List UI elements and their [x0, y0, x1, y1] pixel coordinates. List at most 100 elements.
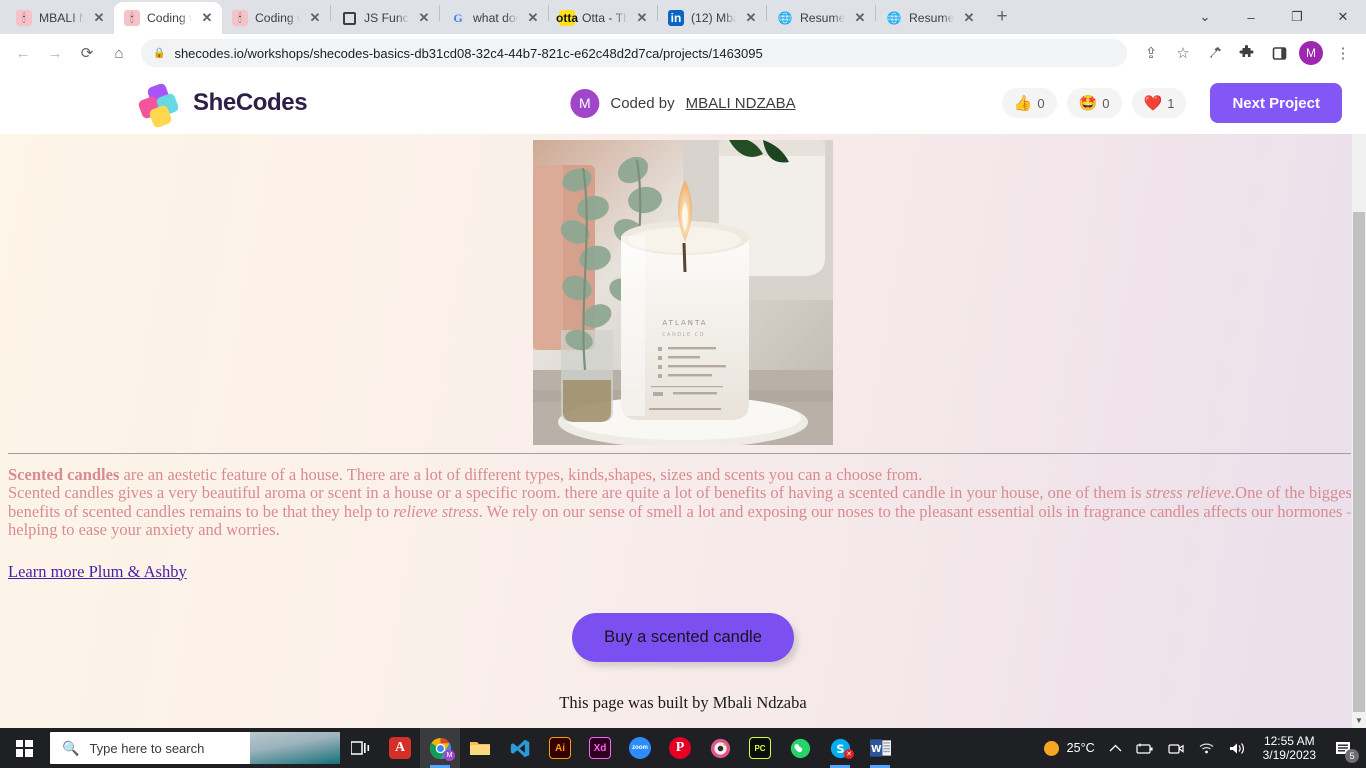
browser-tab-9[interactable]: 🌐 Resume-Mbali ✕ — [876, 2, 984, 34]
taskbar-search-input[interactable]: 🔍 Type here to search — [50, 732, 340, 764]
clock-date: 3/19/2023 — [1262, 748, 1316, 762]
tab-title: Otta - The — [582, 11, 627, 25]
next-project-button[interactable]: Next Project — [1210, 83, 1342, 123]
tab-close-icon[interactable]: ✕ — [416, 10, 432, 26]
site-header: SheCodes M Coded by MBALI NDZABA 👍 0 🤩 0… — [0, 72, 1366, 134]
sun-icon — [1043, 740, 1059, 756]
reaction-thumbs-up-button[interactable]: 👍 0 — [1001, 88, 1057, 118]
forward-icon[interactable]: → — [40, 38, 70, 68]
wifi-icon[interactable] — [1191, 728, 1222, 768]
tab-close-icon[interactable]: ✕ — [199, 10, 215, 26]
browser-tab-3[interactable]: 🕯 Coding workshop ✕ — [222, 2, 330, 34]
pinterest-icon[interactable]: P — [660, 728, 700, 768]
lock-icon: 🔒 — [153, 47, 166, 59]
bookmark-star-icon[interactable]: ☆ — [1168, 38, 1198, 68]
task-view-button[interactable] — [340, 728, 380, 768]
browser-tab-2-active[interactable]: 🕯 Coding workshop ✕ — [114, 2, 222, 34]
heart-icon: ❤️ — [1143, 94, 1163, 112]
svg-text:W: W — [870, 744, 881, 755]
browser-tab-6[interactable]: otta Otta - The ✕ — [549, 2, 657, 34]
tab-close-icon[interactable]: ✕ — [91, 10, 107, 26]
address-bar-url: shecodes.io/workshops/shecodes-basics-db… — [174, 45, 763, 61]
temperature-label: 25°C — [1066, 741, 1095, 755]
shecodes-favicon-icon: 🕯 — [16, 10, 32, 26]
scroll-down-arrow-icon[interactable]: ▼ — [1352, 713, 1366, 728]
side-panel-icon[interactable] — [1264, 38, 1294, 68]
whatsapp-icon[interactable] — [780, 728, 820, 768]
notification-center-button[interactable]: 5 — [1326, 728, 1360, 768]
start-button[interactable] — [0, 728, 48, 768]
window-controls: ⌄ – ❐ ✕ — [1182, 1, 1366, 33]
maximize-button[interactable]: ❐ — [1274, 1, 1320, 33]
address-bar[interactable]: 🔒 shecodes.io/workshops/shecodes-basics-… — [141, 39, 1127, 67]
adobe-acrobat-icon[interactable]: A — [380, 728, 420, 768]
windows-logo-icon — [15, 739, 33, 757]
tab-close-icon[interactable]: ✕ — [743, 10, 759, 26]
coded-by-author-link[interactable]: MBALI NDZABA — [686, 95, 796, 112]
browser-menu-icon[interactable]: ⋮ — [1328, 38, 1358, 68]
tab-close-icon[interactable]: ✕ — [307, 10, 323, 26]
svg-text:S: S — [836, 741, 844, 755]
browser-tab-7[interactable]: in (12) Mbali ✕ — [658, 2, 766, 34]
reaction-heart-button[interactable]: ❤️ 1 — [1131, 88, 1187, 118]
tab-close-icon[interactable]: ✕ — [634, 10, 650, 26]
back-icon[interactable]: ← — [8, 38, 38, 68]
visual-studio-code-icon[interactable] — [500, 728, 540, 768]
tab-close-icon[interactable]: ✕ — [961, 10, 977, 26]
reload-icon[interactable]: ⟳ — [72, 38, 102, 68]
paragraph-2-italic-2: relieve stress — [393, 501, 479, 521]
buy-scented-candle-button[interactable]: Buy a scented candle — [572, 612, 794, 662]
notification-badge: 5 — [1345, 749, 1359, 763]
browser-toolbar: ← → ⟳ ⌂ 🔒 shecodes.io/workshops/shecodes… — [0, 34, 1366, 72]
instagram-icon[interactable] — [700, 728, 740, 768]
tab-strip: 🕯 MBALI NDZABA ✕ 🕯 Coding workshop ✕ 🕯 C… — [0, 0, 1366, 34]
reaction-count: 1 — [1167, 95, 1175, 111]
weather-widget[interactable]: 25°C — [1037, 728, 1102, 768]
adobe-illustrator-icon[interactable]: Ai — [540, 728, 580, 768]
coded-by-block: M Coded by MBALI NDZABA — [570, 88, 796, 118]
browser-tab-1[interactable]: 🕯 MBALI NDZABA ✕ — [6, 2, 114, 34]
battery-icon[interactable] — [1129, 728, 1161, 768]
thumbs-up-icon: 👍 — [1013, 94, 1033, 112]
tab-title: Resume-Mbali — [909, 11, 954, 25]
candle-photo-illustration: ATLANTA CANDLE CO. — [533, 140, 833, 445]
new-tab-button[interactable]: + — [988, 3, 1016, 31]
shecodes-logo-icon — [137, 82, 182, 129]
taskbar-clock[interactable]: 12:55 AM 3/19/2023 — [1253, 734, 1326, 762]
adobe-xd-icon[interactable]: Xd — [580, 728, 620, 768]
page-scrollbar[interactable]: ▲ ▼ — [1351, 72, 1366, 728]
home-icon[interactable]: ⌂ — [104, 38, 134, 68]
camera-icon[interactable] — [1161, 728, 1191, 768]
skype-icon[interactable]: S ✕ — [820, 728, 860, 768]
coded-by-label: Coded by — [610, 94, 675, 112]
shecodes-logo[interactable]: SheCodes — [137, 82, 308, 129]
extensions-puzzle-icon[interactable] — [1232, 38, 1262, 68]
paragraph-2-a: Scented candles gives a very beautiful a… — [8, 483, 1146, 503]
tab-close-icon[interactable]: ✕ — [852, 10, 868, 26]
pycharm-icon[interactable]: PC — [740, 728, 780, 768]
microsoft-word-icon[interactable]: W — [860, 728, 900, 768]
volume-icon[interactable] — [1222, 728, 1253, 768]
browser-tab-4[interactable]: JS Functions ✕ — [331, 2, 439, 34]
zoom-icon[interactable]: zoom — [620, 728, 660, 768]
globe-favicon-icon: 🌐 — [777, 11, 793, 25]
tab-search-icon[interactable]: ⌄ — [1182, 1, 1228, 33]
learn-more-link[interactable]: Learn more Plum & Ashby — [8, 562, 187, 582]
file-explorer-icon[interactable] — [460, 728, 500, 768]
minimize-button[interactable]: – — [1228, 1, 1274, 33]
browser-tab-5[interactable]: G what does ✕ — [440, 2, 548, 34]
page-content: ATLANTA CANDLE CO. Scented candles are a… — [0, 134, 1366, 728]
tab-close-icon[interactable]: ✕ — [525, 10, 541, 26]
scrollbar-thumb[interactable] — [1353, 212, 1365, 712]
show-hidden-icons-button[interactable] — [1102, 728, 1129, 768]
browser-tab-8[interactable]: 🌐 Resume ✕ — [767, 2, 875, 34]
eyedropper-icon[interactable] — [1200, 38, 1230, 68]
share-icon[interactable]: ⇪ — [1136, 38, 1166, 68]
shecodes-logo-text: SheCodes — [193, 89, 308, 116]
svg-text:ATLANTA: ATLANTA — [662, 319, 707, 327]
profile-avatar[interactable]: M — [1299, 41, 1323, 65]
reaction-star-struck-button[interactable]: 🤩 0 — [1066, 88, 1122, 118]
close-window-button[interactable]: ✕ — [1320, 1, 1366, 33]
google-chrome-icon[interactable]: M — [420, 728, 460, 768]
windows-taskbar: 🔍 Type here to search A M Ai Xd zoom P P… — [0, 728, 1366, 768]
